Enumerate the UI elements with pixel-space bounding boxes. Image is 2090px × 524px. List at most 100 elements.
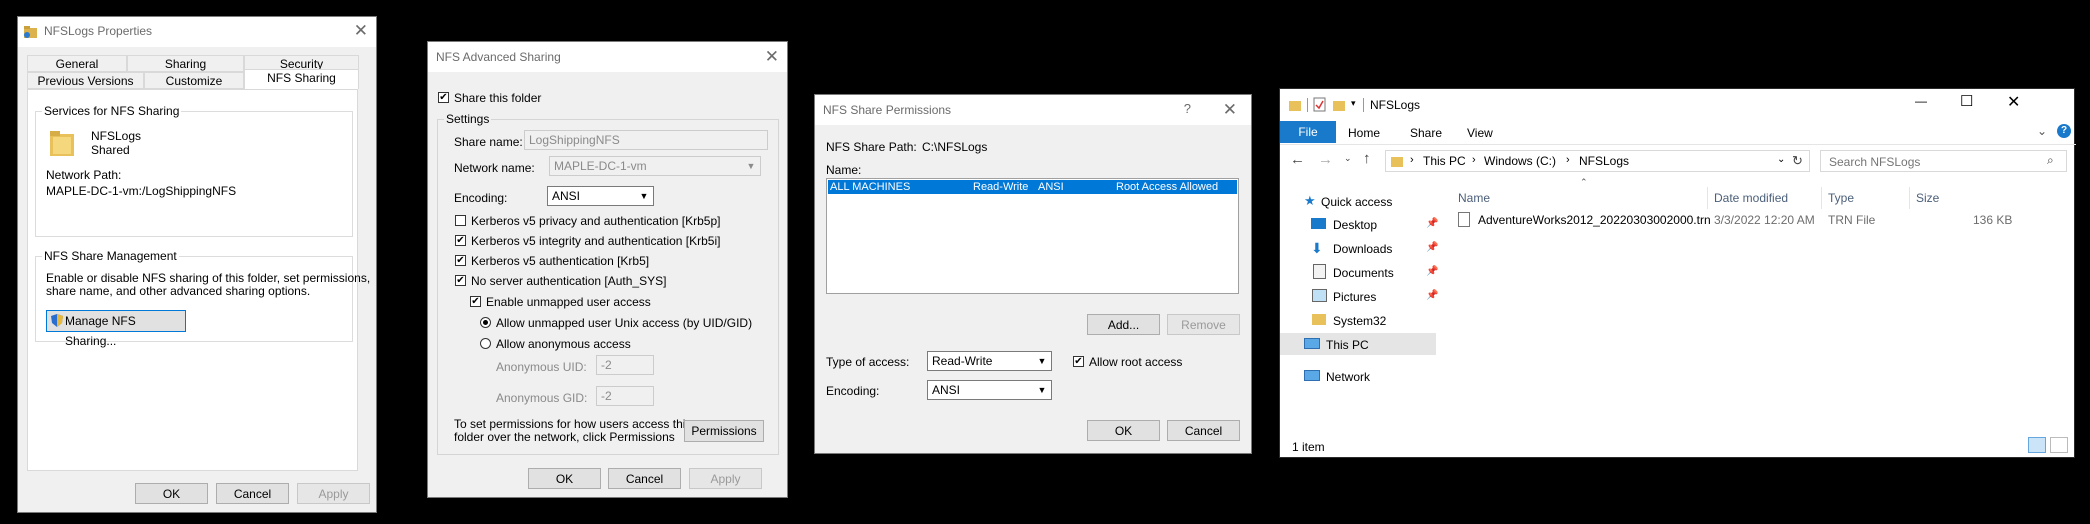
share-path-label: NFS Share Path: [826,140,917,154]
large-icons-view-icon[interactable] [2050,437,2068,453]
krb5i-checkbox[interactable]: ✔ [455,235,466,246]
nav-this-pc[interactable]: This PC [1326,338,1369,352]
details-view-icon[interactable] [2028,437,2046,453]
ribbon-view-tab[interactable]: View [1467,126,1493,140]
type-of-access-select[interactable]: Read-Write ▼ [927,351,1052,371]
advanced-apply-button[interactable]: Apply [689,468,762,489]
ribbon-file-tab[interactable]: File [1280,121,1336,143]
nav-downloads[interactable]: Downloads [1333,242,1392,256]
forward-arrow-icon[interactable]: → [1318,151,1333,168]
name-list-label: Name: [826,163,862,177]
ribbon-share-tab[interactable]: Share [1410,126,1442,140]
share-status: Shared [91,143,130,157]
tab-previous-versions[interactable]: Previous Versions [27,72,144,89]
maximize-button[interactable]: ☐ [1960,92,1973,110]
column-date-modified[interactable]: Date modified [1714,191,1788,205]
column-size[interactable]: Size [1916,191,1939,205]
unmapped-access-checkbox[interactable]: ✔ [470,296,481,307]
pin-icon[interactable]: 📌 [1426,218,1438,229]
column-type[interactable]: Type [1828,191,1854,205]
encoding-select[interactable]: ANSI ▼ [547,186,654,206]
properties-cancel-button[interactable]: Cancel [216,483,289,504]
nav-pictures[interactable]: Pictures [1333,290,1376,304]
search-input[interactable] [1827,153,2031,171]
column-name[interactable]: Name [1458,191,1490,205]
anonymous-access-label: Allow anonymous access [496,337,631,351]
breadcrumb-nfslogs[interactable]: NFSLogs [1579,154,1629,168]
machines-list-row[interactable]: ALL MACHINES Read-Write ANSI Root Access… [828,180,1237,194]
tab-nfs-sharing[interactable]: NFS Sharing [244,69,359,89]
encoding-value: ANSI [552,189,581,203]
back-arrow-icon[interactable]: ← [1290,151,1305,168]
tab-general[interactable]: General [27,55,127,72]
perm-encoding-select[interactable]: ANSI ▼ [927,380,1052,400]
ribbon-home-tab[interactable]: Home [1348,126,1380,140]
breadcrumb-windows-c[interactable]: Windows (C:) [1484,154,1556,168]
search-box[interactable]: ⌕ [1820,150,2067,172]
unix-access-radio[interactable] [480,317,491,328]
recent-locations-chevron-icon[interactable]: ⌄ [1344,153,1352,164]
allow-root-access-checkbox[interactable]: ✔ [1073,356,1084,367]
file-row[interactable]: AdventureWorks2012_20220303002000.trn 3/… [1448,209,2028,231]
pin-icon[interactable]: 📌 [1426,242,1438,253]
breadcrumb-this-pc[interactable]: This PC [1423,154,1466,168]
machines-list[interactable]: ALL MACHINES Read-Write ANSI Root Access… [826,178,1239,294]
pin-icon[interactable]: 📌 [1426,290,1438,301]
network-path-value: MAPLE-DC-1-vm:/LogShippingNFS [46,184,237,198]
search-icon[interactable]: ⌕ [2047,153,2054,168]
quick-access-toolbar-chevron-icon[interactable]: ▾ [1351,98,1356,109]
network-icon [1304,370,1320,381]
ribbon-expand-chevron-icon[interactable]: ⌄ [2037,124,2047,138]
up-arrow-icon[interactable]: ↑ [1363,150,1371,167]
properties-ok-button[interactable]: OK [135,483,208,504]
remove-button[interactable]: Remove [1167,314,1240,335]
permissions-close-button[interactable]: ✕ [1223,100,1237,120]
krb5-checkbox[interactable]: ✔ [455,255,466,266]
refresh-icon[interactable]: ↻ [1792,153,1803,169]
minimize-button[interactable]: — [1915,94,1927,108]
address-chevron-down-icon[interactable]: ⌄ [1777,154,1785,165]
row-root-access: Root Access Allowed [1116,181,1219,193]
folder-share-icon [24,26,37,38]
permissions-help-button[interactable]: ? [1184,101,1191,116]
network-path-label: Network Path: [46,168,122,182]
advanced-ok-button[interactable]: OK [528,468,601,489]
anonymous-uid-input[interactable]: -2 [596,355,654,375]
share-folder-name: NFSLogs [91,129,142,143]
properties-apply-button[interactable]: Apply [297,483,370,504]
share-name-input[interactable]: LogShippingNFS [524,130,768,150]
advanced-close-button[interactable]: ✕ [765,47,779,67]
anonymous-gid-input[interactable]: -2 [596,386,654,406]
nav-documents[interactable]: Documents [1333,266,1394,280]
nav-quick-access[interactable]: Quick access [1321,195,1392,209]
file-explorer-window: ▾ NFSLogs — ☐ ✕ File Home Share View ⌄ ?… [1279,88,2076,458]
permissions-title: NFS Share Permissions [823,103,952,117]
properties-close-button[interactable]: ✕ [354,21,368,41]
krb5p-checkbox[interactable] [455,215,466,226]
permissions-button[interactable]: Permissions [684,420,764,442]
allow-root-access-label: Allow root access [1089,355,1183,369]
help-icon[interactable]: ? [2057,124,2071,138]
explorer-close-button[interactable]: ✕ [2007,92,2020,112]
ribbon-divider [1280,144,2076,145]
permissions-cancel-button[interactable]: Cancel [1167,420,1240,441]
perm-encoding-label: Encoding: [826,384,880,398]
advanced-cancel-button[interactable]: Cancel [608,468,681,489]
auth-sys-checkbox[interactable]: ✔ [455,275,466,286]
properties-icon[interactable] [1313,97,1327,113]
network-name-select[interactable]: MAPLE-DC-1-vm ▼ [549,156,761,176]
tab-customize[interactable]: Customize [144,72,244,89]
new-folder-icon[interactable] [1332,98,1346,112]
row-encoding: ANSI [1038,181,1064,193]
permissions-ok-button[interactable]: OK [1087,420,1160,441]
add-button[interactable]: Add... [1087,314,1160,335]
nav-network[interactable]: Network [1326,370,1370,384]
nav-desktop[interactable]: Desktop [1333,218,1377,232]
nav-system32[interactable]: System32 [1333,314,1386,328]
share-this-folder-checkbox[interactable]: ✔ [438,92,449,103]
anonymous-access-radio[interactable] [480,338,491,349]
tab-sharing[interactable]: Sharing [127,55,244,72]
address-bar[interactable]: › This PC › Windows (C:) › NFSLogs ⌄ ↻ [1385,150,1810,172]
manage-nfs-sharing-button[interactable]: Manage NFS Sharing... [46,310,186,348]
pin-icon[interactable]: 📌 [1426,266,1438,277]
